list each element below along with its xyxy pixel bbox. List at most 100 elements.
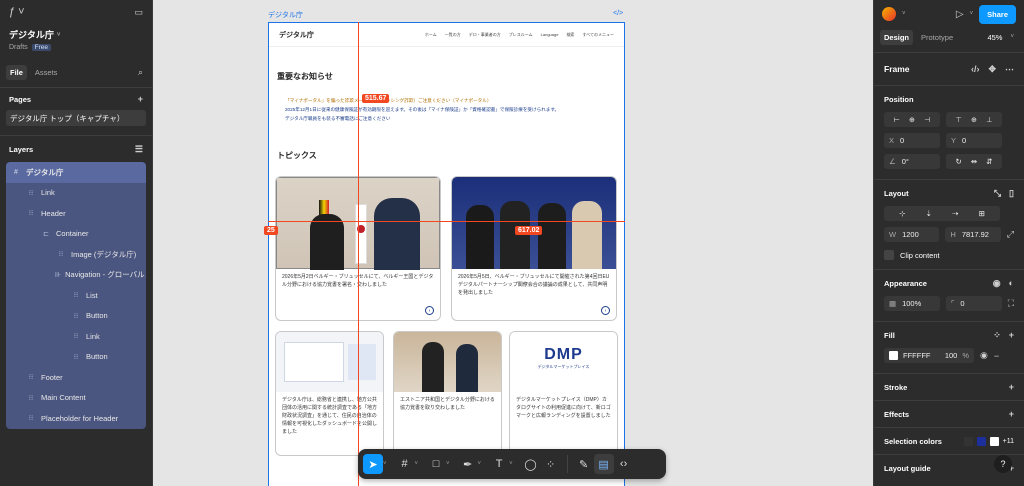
shape-tool-icon[interactable]: □	[426, 454, 446, 474]
fill-styles-icon[interactable]: ⁘	[993, 330, 1001, 341]
fill-visibility-icon[interactable]: ◉	[980, 350, 988, 361]
selected-frame[interactable]: デジタル庁 ホーム 一覧の方 デロ・事業者の方 プレスルーム Language 検索 すべて…	[268, 22, 625, 486]
remove-fill-icon[interactable]: −	[994, 351, 999, 361]
topic-card-4[interactable]: エストニア共和国とデジタル分野における協力覚書を取り交わしました	[393, 331, 502, 456]
layer-item[interactable]: ⁝⁝ Image (デジタル庁)	[6, 244, 146, 265]
layer-item[interactable]: ⁝⁝ Header	[6, 203, 146, 224]
pen-tool-icon[interactable]: ✒	[458, 454, 478, 474]
add-stroke-icon[interactable]: +	[1009, 382, 1014, 392]
tab-assets[interactable]: Assets	[35, 68, 58, 77]
comment-tool-icon[interactable]: ◯	[521, 454, 541, 474]
layer-item[interactable]: ⊪ Navigation - グローバルメ	[6, 264, 146, 285]
move-tool-icon[interactable]: ➤	[363, 454, 383, 474]
layer-item[interactable]: ⁝⁝ List	[6, 285, 146, 306]
search-icon[interactable]: ⌕	[138, 67, 143, 78]
opacity-field[interactable]: ▦ 100%	[884, 296, 940, 311]
code-icon[interactable]: ‹/›	[971, 64, 980, 74]
layer-item[interactable]: ⁝⁝ Button	[6, 305, 146, 326]
height-field[interactable]: H 7817.92	[945, 227, 1001, 242]
present-icon[interactable]: ▷	[956, 9, 964, 20]
auto-layout-icon[interactable]: ⤡	[994, 188, 1001, 199]
layer-item[interactable]: ⁝⁝ Link	[6, 182, 146, 203]
design-mode-icon[interactable]: ▤	[593, 454, 614, 474]
rotation-field[interactable]: ∠ 0°	[884, 154, 940, 169]
share-button[interactable]: Share	[979, 4, 1016, 24]
topic-card-2[interactable]: 2026年5月5日、ベルギー・ブリュッセルにて開催された第4回日EUデジタルパー…	[451, 176, 617, 321]
align-horizontal-group[interactable]: ⊢ ⊕ ⊣	[884, 112, 940, 127]
actions-tool-icon[interactable]: ⁘	[541, 454, 561, 474]
draw-mode-icon[interactable]: ✎	[574, 454, 594, 474]
zoom-chevron-icon[interactable]: ˅	[1010, 34, 1014, 40]
align-right-icon[interactable]: ⊣	[924, 116, 930, 124]
avatar[interactable]	[882, 7, 896, 21]
notice-link-2[interactable]: 2025年12月1日に従来の健康保険証が有効期限を迎えます。その後は「マイナ保険…	[285, 105, 615, 114]
frame-tool-chevron-icon[interactable]: ˅	[415, 461, 419, 467]
zoom-level[interactable]: 45%	[987, 33, 1002, 42]
add-page-icon[interactable]: +	[138, 94, 143, 104]
align-center-icon[interactable]: ⊕	[909, 116, 915, 124]
tab-design[interactable]: Design	[880, 29, 914, 45]
pen-tool-chevron-icon[interactable]: ˅	[478, 461, 482, 467]
dev-mode-icon[interactable]: ‹›	[614, 454, 634, 474]
frame-type-label[interactable]: Frame	[884, 64, 910, 74]
fill-swatch[interactable]	[889, 351, 898, 360]
sidebar-toggle-icon[interactable]: ▭	[134, 7, 143, 18]
x-field[interactable]: X0	[884, 133, 940, 148]
selection-swatch-white[interactable]	[989, 436, 999, 446]
corner-radius-field[interactable]: ⌜ 0	[945, 296, 1002, 311]
rotate-icon[interactable]: ↻	[956, 157, 962, 166]
frame-tool-icon[interactable]: #	[395, 454, 415, 474]
frame-label[interactable]: デジタル庁	[268, 10, 303, 20]
flip-horizontal-icon[interactable]: ⇹	[971, 157, 977, 166]
text-tool-chevron-icon[interactable]: ˅	[509, 461, 513, 467]
layout-free-icon[interactable]: ⊹	[899, 209, 905, 218]
layer-item[interactable]: ⁝⁝ Placeholder for Header	[6, 408, 146, 429]
site-nav-item[interactable]: ホーム	[425, 32, 437, 38]
tab-file[interactable]: File	[6, 64, 27, 80]
text-tool-icon[interactable]: T	[489, 454, 509, 474]
site-nav-item[interactable]: 一覧の方	[445, 32, 461, 38]
more-icon[interactable]: ⋯	[1005, 64, 1014, 75]
site-nav-item[interactable]: プレスルーム	[509, 32, 533, 38]
layout-vertical-icon[interactable]: ⇣	[926, 209, 932, 218]
blend-mode-icon[interactable]: ◐	[1009, 278, 1014, 288]
site-nav-item[interactable]: すべてのメニュー	[582, 32, 614, 38]
resize-to-fit-icon[interactable]: ⤢	[1007, 229, 1014, 240]
layer-item[interactable]: ⁝⁝ Link	[6, 326, 146, 347]
site-nav-item[interactable]: デロ・事業者の方	[469, 32, 501, 38]
shape-tool-chevron-icon[interactable]: ˅	[446, 461, 450, 467]
individual-corners-icon[interactable]: ⛶	[1008, 298, 1014, 309]
topic-card-3[interactable]: デジタル庁は、総務省と連携し、地方公共団体の活用に関する統計調査である「地方財政…	[275, 331, 384, 456]
add-effect-icon[interactable]: +	[1009, 409, 1014, 419]
selection-swatch-blue[interactable]	[976, 436, 986, 446]
layer-item[interactable]: ⊏ Container	[6, 223, 146, 244]
site-nav-item[interactable]: Language	[541, 32, 559, 37]
layout-options-icon[interactable]: ▯	[1009, 188, 1014, 199]
notice-link-1[interactable]: 「マイナポータル」を騙った詐欺メールに（フィッシング詐欺）ご注意ください（マイナ…	[285, 96, 615, 105]
align-left-icon[interactable]: ⊢	[894, 116, 900, 124]
layers-options-icon[interactable]: ☰	[135, 144, 143, 155]
flip-vertical-icon[interactable]: ⇵	[986, 157, 992, 166]
fill-color-field[interactable]: FFFFFF 100 %	[884, 348, 974, 363]
align-bottom-icon[interactable]: ⊥	[986, 116, 992, 124]
clip-content-checkbox[interactable]	[884, 250, 894, 260]
flip-group[interactable]: ↻ ⇹ ⇵	[946, 154, 1002, 169]
visibility-icon[interactable]: ◉	[993, 278, 1001, 289]
component-icon[interactable]: ✥	[988, 64, 996, 75]
layer-item[interactable]: ⁝⁝ Main Content	[6, 387, 146, 408]
layout-mode-group[interactable]: ⊹ ⇣ ⇢ ⊞	[884, 206, 1000, 221]
layer-item[interactable]: ⁝⁝ Footer	[6, 367, 146, 388]
layer-item[interactable]: # デジタル庁	[6, 162, 146, 183]
move-tool-chevron-icon[interactable]: ˅	[383, 461, 387, 467]
present-chevron-icon[interactable]: ˅	[970, 11, 974, 17]
selection-swatch-dark[interactable]	[963, 436, 973, 446]
file-menu-chevron-icon[interactable]: ˅	[57, 32, 61, 38]
layout-horizontal-icon[interactable]: ⇢	[952, 209, 958, 218]
selection-more[interactable]: +11	[1003, 438, 1014, 445]
width-field[interactable]: W 1200	[884, 227, 940, 242]
page-item[interactable]: デジタル庁 トップ（キャプチャ）	[6, 110, 146, 126]
add-fill-icon[interactable]: +	[1009, 330, 1014, 340]
topic-card-5[interactable]: DMP デジタルマーケットプレイス デジタルマーケットプレイス（DMP）カタログ…	[509, 331, 618, 456]
y-field[interactable]: Y0	[946, 133, 1002, 148]
figma-menu-icon[interactable]: ƒ ˅	[9, 6, 25, 18]
